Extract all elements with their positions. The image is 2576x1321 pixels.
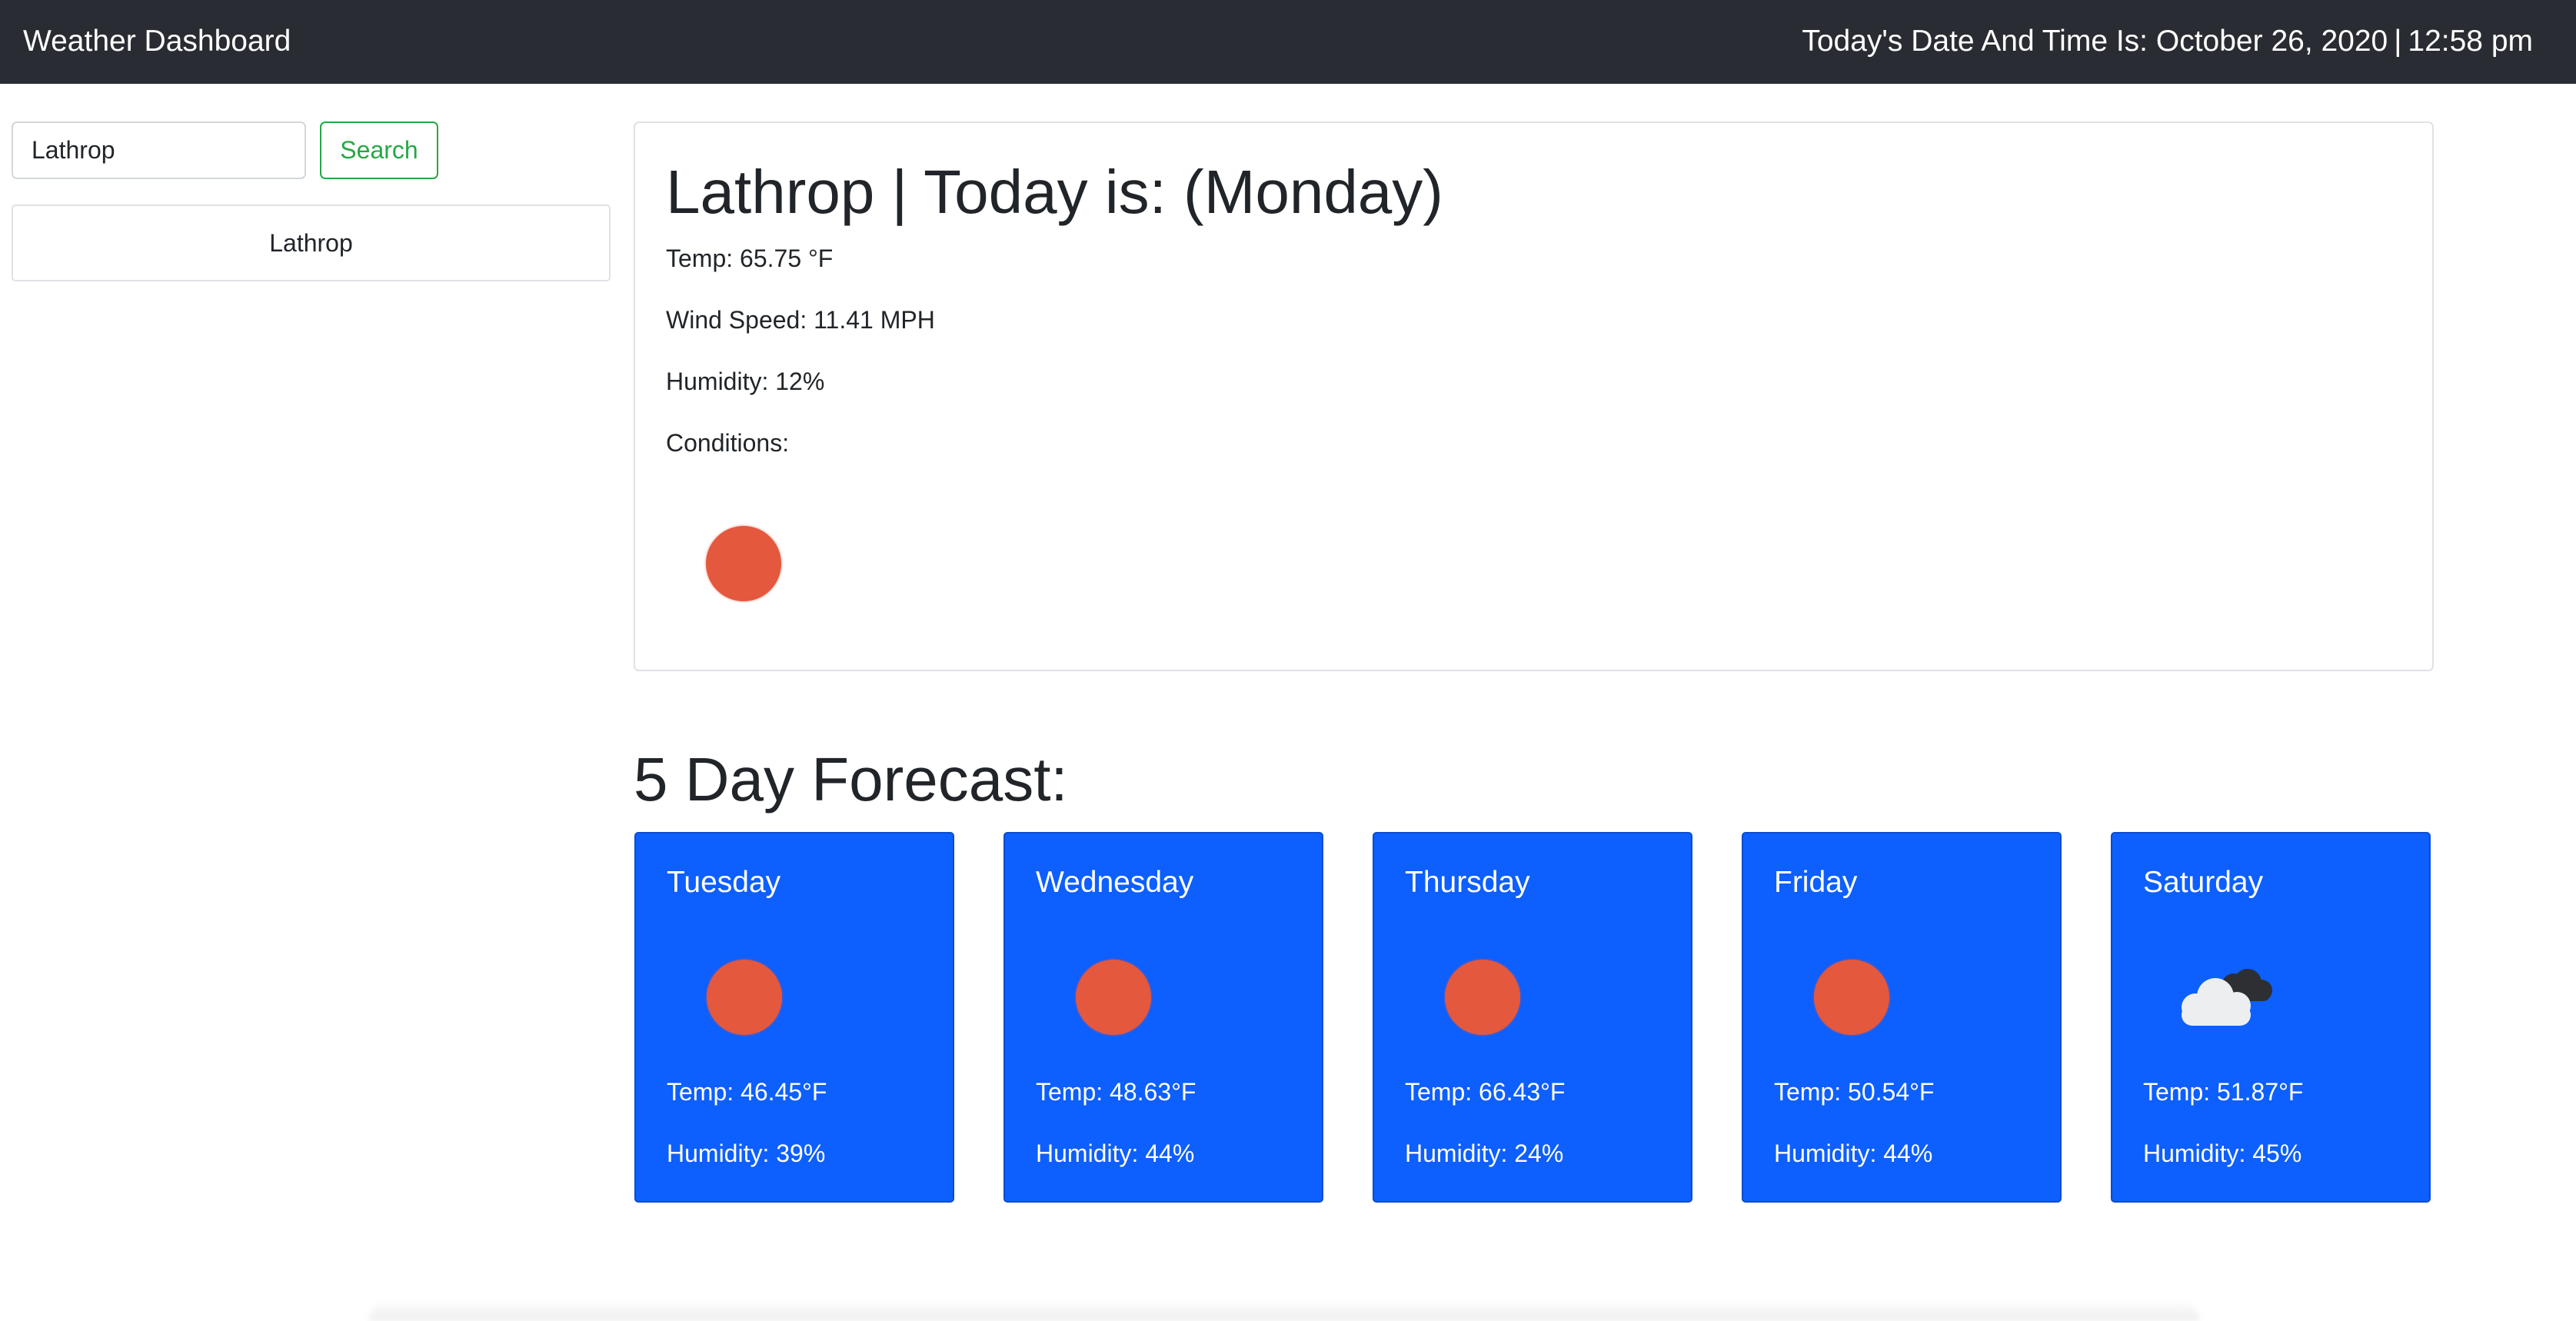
- forecast-temp: Temp: 48.63°F: [1036, 1078, 1196, 1106]
- datetime-separator: |: [2394, 25, 2402, 58]
- forecast-card-friday: Friday Temp: 50.54°F Humidity: 44%: [1742, 832, 2062, 1203]
- forecast-card-tuesday: Tuesday Temp: 46.45°F Humidity: 39%: [634, 832, 954, 1203]
- forecast-temp: Temp: 66.43°F: [1405, 1078, 1566, 1106]
- forecast-humidity: Humidity: 44%: [1036, 1140, 1195, 1167]
- sun-icon: [1445, 960, 1520, 1035]
- forecast-temp: Temp: 51.87°F: [2143, 1078, 2304, 1106]
- sun-icon: [707, 960, 782, 1035]
- forecast-card-wednesday: Wednesday Temp: 48.63°F Humidity: 44%: [1003, 832, 1323, 1203]
- current-datetime: Today's Date And Time Is: October 26, 20…: [1802, 23, 2533, 60]
- forecast-heading: 5 Day Forecast:: [634, 745, 1068, 814]
- datetime-label: Today's Date And Time Is:: [1802, 25, 2148, 58]
- cloud-icon: [2182, 969, 2272, 1026]
- current-humidity: Humidity: 12%: [666, 368, 825, 395]
- forecast-day: Saturday: [2143, 866, 2264, 899]
- forecast-card-saturday: Saturday Temp: 51.87°F Humidity: 45%: [2111, 832, 2431, 1203]
- navbar: Weather Dashboard Today's Date And Time …: [0, 0, 2576, 84]
- forecast-humidity: Humidity: 24%: [1405, 1140, 1564, 1167]
- current-time: 12:58 pm: [2408, 25, 2533, 58]
- sun-icon: [1814, 960, 1889, 1035]
- forecast-humidity: Humidity: 39%: [667, 1140, 826, 1167]
- search-button[interactable]: Search: [320, 121, 438, 179]
- forecast-card-thursday: Thursday Temp: 66.43°F Humidity: 24%: [1373, 832, 1692, 1203]
- current-conditions-label: Conditions:: [666, 429, 790, 457]
- current-temp: Temp: 65.75 °F: [666, 245, 834, 272]
- forecast-day: Thursday: [1405, 866, 1530, 899]
- forecast-day: Wednesday: [1036, 866, 1194, 899]
- current-wind-speed: Wind Speed: 11.41 MPH: [666, 306, 935, 334]
- city-search-input[interactable]: [12, 121, 306, 179]
- sun-icon: [1076, 960, 1151, 1035]
- brand-title[interactable]: Weather Dashboard: [23, 23, 291, 60]
- forecast-temp: Temp: 50.54°F: [1774, 1078, 1935, 1106]
- sun-icon: [706, 526, 781, 601]
- forecast-humidity: Humidity: 44%: [1774, 1140, 1933, 1167]
- bottom-shadow-divider: [369, 1299, 2199, 1321]
- current-weather-card: Lathrop | Today is: (Monday) Temp: 65.75…: [634, 121, 2434, 671]
- current-date: October 26, 2020: [2155, 25, 2388, 58]
- forecast-temp: Temp: 46.45°F: [667, 1078, 827, 1106]
- current-city-title: Lathrop | Today is: (Monday): [666, 158, 1443, 226]
- forecast-day: Friday: [1774, 866, 1858, 899]
- forecast-day: Tuesday: [667, 866, 781, 899]
- forecast-humidity: Humidity: 45%: [2143, 1140, 2302, 1167]
- history-item-lathrop[interactable]: Lathrop: [12, 205, 611, 281]
